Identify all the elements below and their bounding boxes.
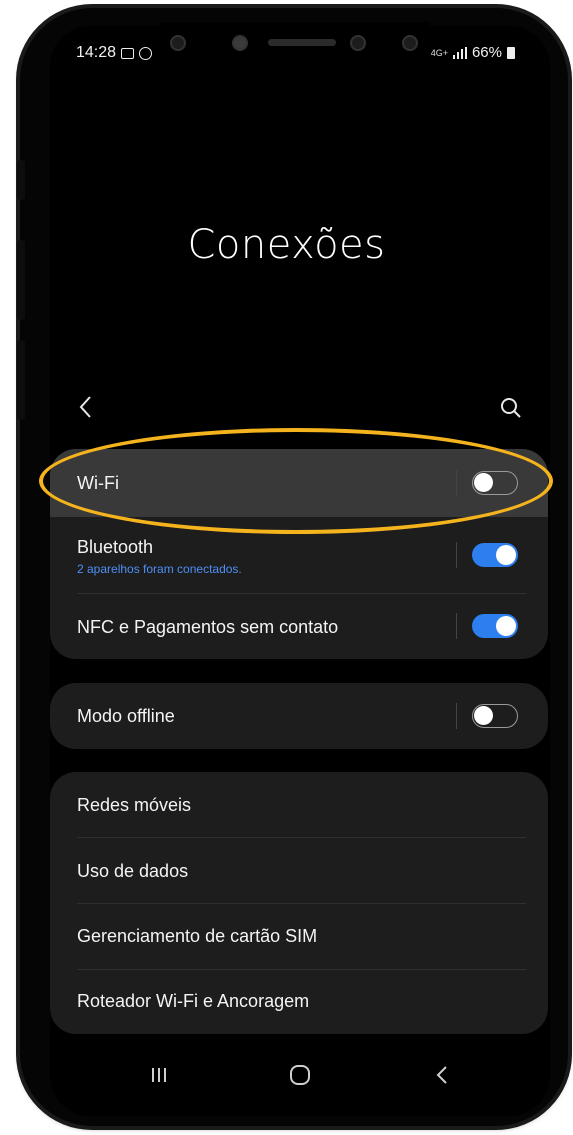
offline-mode-row[interactable]: Modo offline bbox=[50, 683, 548, 749]
battery-icon bbox=[507, 46, 515, 59]
toggle-separator bbox=[456, 470, 457, 496]
status-bar-right: 4G+ 66% bbox=[431, 44, 515, 61]
nav-back-button[interactable] bbox=[428, 1060, 458, 1090]
data-usage-label: Uso de dados bbox=[77, 861, 189, 881]
sensor-dot bbox=[170, 35, 186, 51]
navigation-bar bbox=[50, 1050, 548, 1100]
settings-card-connections: Wi-Fi Bluetooth 2 aparelhos foram conect… bbox=[50, 449, 548, 659]
sim-management-label: Gerenciamento de cartão SIM bbox=[77, 926, 318, 946]
settings-card-network: Redes móveis Uso de dados Gerenciamento … bbox=[50, 772, 548, 1034]
home-icon bbox=[290, 1065, 310, 1085]
bluetooth-toggle[interactable] bbox=[472, 543, 518, 567]
sensor-dot bbox=[402, 35, 418, 51]
power-button bbox=[17, 340, 25, 420]
mobile-networks-label: Redes móveis bbox=[77, 795, 192, 815]
toggle-separator bbox=[456, 542, 457, 568]
status-time: 14:28 bbox=[76, 44, 117, 61]
camera-lens bbox=[232, 35, 248, 51]
toggle-separator bbox=[456, 613, 457, 639]
gallery-icon bbox=[121, 47, 135, 59]
hotspot-tethering-label: Roteador Wi-Fi e Ancoragem bbox=[77, 991, 310, 1011]
battery-percent: 66% bbox=[471, 44, 502, 61]
nfc-label: NFC e Pagamentos sem contato bbox=[77, 617, 339, 637]
network-type: 4G+ bbox=[430, 47, 448, 58]
offline-mode-toggle[interactable] bbox=[472, 704, 518, 728]
wifi-label: Wi-Fi bbox=[77, 473, 119, 493]
hotspot-tethering-row[interactable]: Roteador Wi-Fi e Ancoragem bbox=[50, 970, 548, 1034]
home-button[interactable] bbox=[285, 1060, 315, 1090]
bluetooth-row[interactable]: Bluetooth 2 aparelhos foram conectados. bbox=[50, 517, 548, 593]
wifi-row[interactable]: Wi-Fi bbox=[50, 449, 548, 517]
nfc-row[interactable]: NFC e Pagamentos sem contato bbox=[50, 594, 548, 659]
nfc-toggle[interactable] bbox=[472, 614, 518, 638]
search-icon bbox=[501, 398, 521, 418]
settings-card-offline: Modo offline bbox=[50, 683, 548, 749]
sensor-dot bbox=[350, 35, 366, 51]
search-button[interactable] bbox=[498, 395, 524, 421]
volume-up-button bbox=[17, 160, 25, 200]
mobile-networks-row[interactable]: Redes móveis bbox=[50, 772, 548, 837]
offline-mode-label: Modo offline bbox=[77, 706, 175, 726]
recents-button[interactable] bbox=[144, 1060, 174, 1090]
toggle-separator bbox=[456, 703, 457, 729]
earpiece-speaker bbox=[268, 39, 336, 46]
back-icon bbox=[436, 1066, 447, 1084]
bluetooth-subtitle: 2 aparelhos foram conectados. bbox=[77, 562, 242, 576]
back-button[interactable] bbox=[74, 393, 98, 421]
whatsapp-icon bbox=[139, 46, 153, 60]
page-title: Conexões bbox=[187, 222, 386, 268]
data-usage-row[interactable]: Uso de dados bbox=[50, 838, 548, 903]
bluetooth-label: Bluetooth bbox=[77, 537, 154, 557]
recents-icon bbox=[152, 1068, 166, 1082]
signal-icon bbox=[452, 46, 467, 59]
sim-management-row[interactable]: Gerenciamento de cartão SIM bbox=[50, 904, 548, 969]
status-bar-left: 14:28 bbox=[76, 44, 153, 62]
chevron-left-icon bbox=[79, 396, 91, 418]
wifi-toggle[interactable] bbox=[472, 471, 518, 495]
camera-notch bbox=[160, 22, 430, 72]
